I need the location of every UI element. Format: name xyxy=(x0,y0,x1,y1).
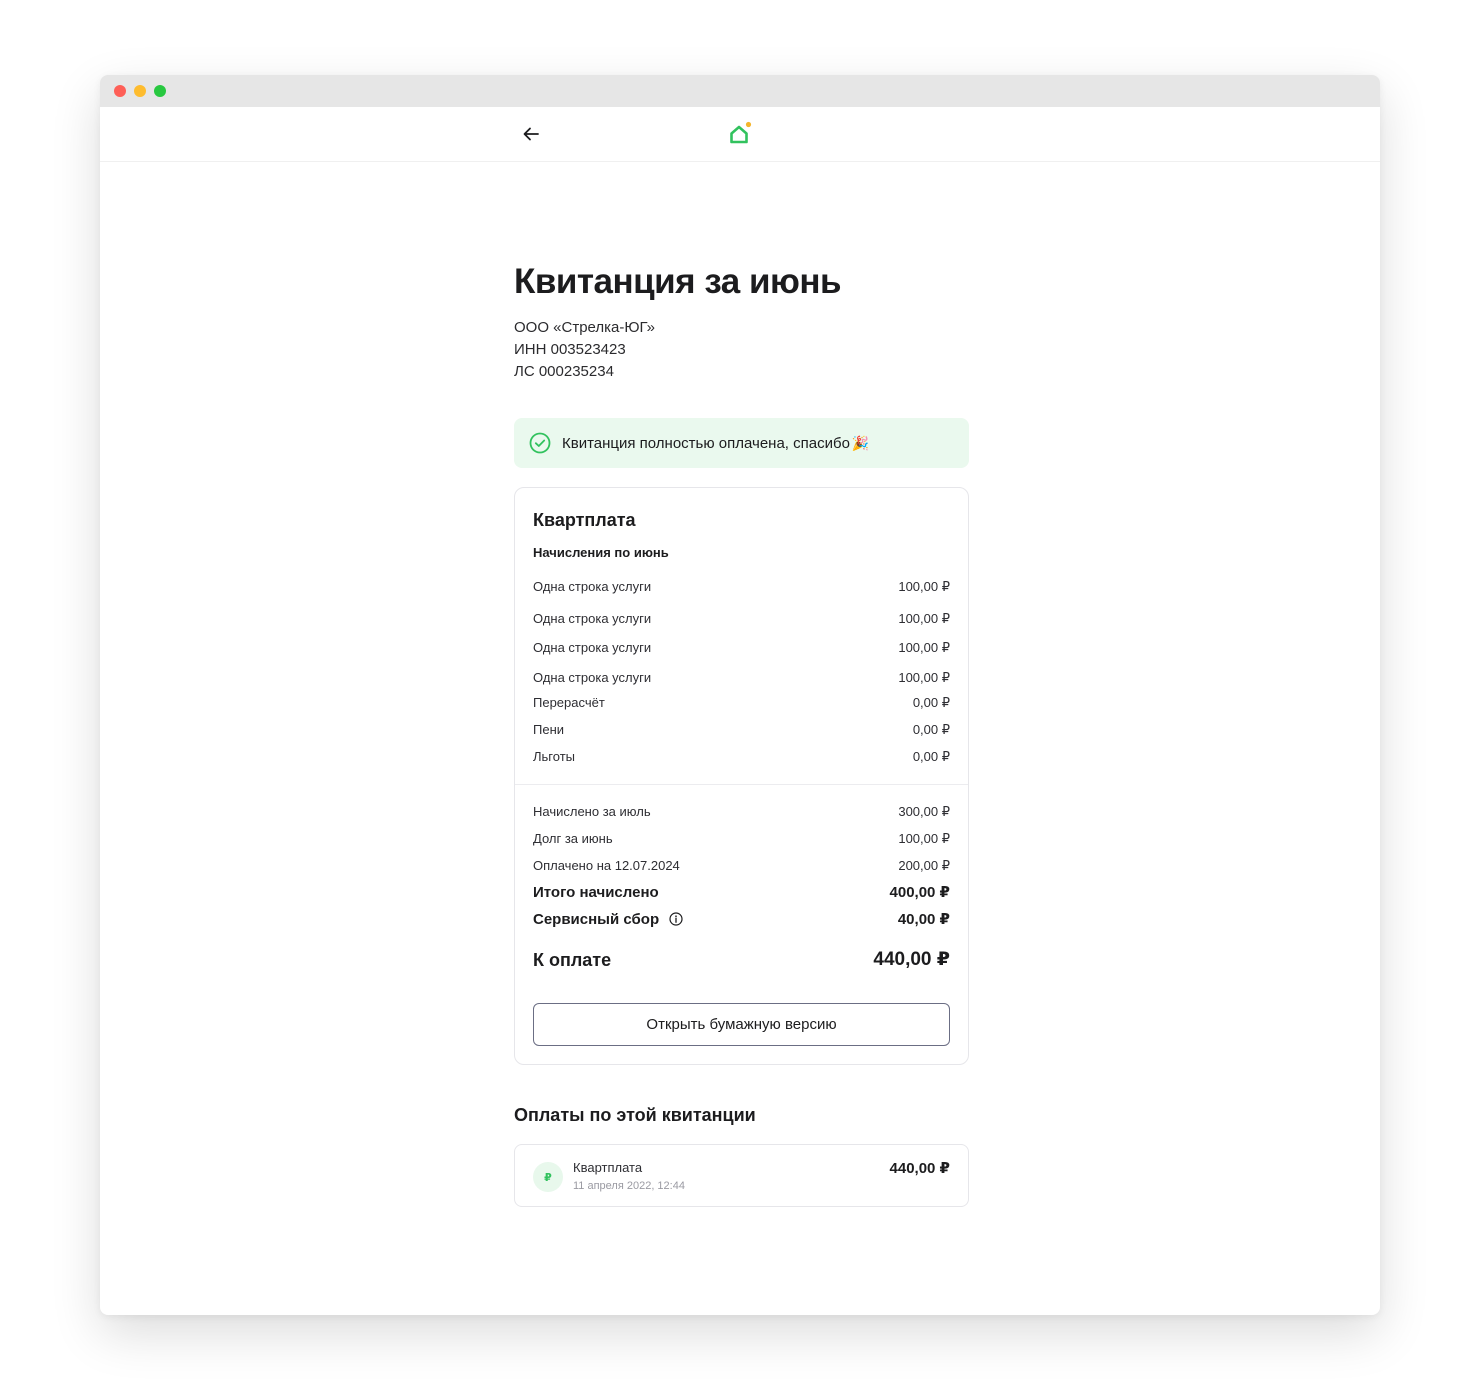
summary-amount: 200,00 ₽ xyxy=(898,858,950,873)
account-number: ЛС 000235234 xyxy=(514,363,614,380)
total-label: Итого начислено xyxy=(533,884,659,901)
organization-name: ООО «Стрелка-ЮГ» xyxy=(514,319,655,336)
card-divider xyxy=(515,784,968,785)
charge-row: Льготы 0,00 ₽ xyxy=(533,748,950,766)
total-row: Итого начислено 400,00 ₽ xyxy=(533,884,950,902)
summary-label: Начислено за июль xyxy=(533,804,651,819)
charge-amount: 0,00 ₽ xyxy=(912,749,950,764)
maximize-window-button[interactable] xyxy=(154,85,166,97)
charge-row: Одна строка услуги 100,00 ₽ xyxy=(533,578,950,596)
info-icon[interactable] xyxy=(669,912,683,926)
organization-info: ООО «Стрелка-ЮГ» ИНН 003523423 ЛС 000235… xyxy=(514,317,969,383)
charge-row: Перерасчёт 0,00 ₽ xyxy=(533,694,950,712)
summary-row: Долг за июнь 100,00 ₽ xyxy=(533,830,950,848)
payment-list-item[interactable]: ₽ Квартплата 11 апреля 2022, 12:44 440,0… xyxy=(514,1144,969,1207)
charge-amount: 0,00 ₽ xyxy=(912,695,950,710)
charge-row: Пени 0,00 ₽ xyxy=(533,721,950,739)
service-fee-amount: 40,00 ₽ xyxy=(897,911,950,928)
total-amount: 400,00 ₽ xyxy=(889,884,950,901)
minimize-window-button[interactable] xyxy=(134,85,146,97)
arrow-left-icon xyxy=(523,127,539,141)
charge-label: Одна строка услуги xyxy=(533,579,652,594)
top-navigation-bar xyxy=(100,107,1380,162)
payment-status-banner: Квитанция полностью оплачена, спасибо 🎉 xyxy=(514,418,969,468)
close-window-button[interactable] xyxy=(114,85,126,97)
status-text: Квитанция полностью оплачена, спасибо xyxy=(562,434,850,452)
charge-label: Пени xyxy=(533,722,565,737)
charge-label: Одна строка услуги xyxy=(533,611,652,626)
charge-label: Одна строка услуги xyxy=(533,670,652,685)
window-titlebar xyxy=(100,75,1380,107)
service-fee-row: Сервисный сбор 40,00 ₽ xyxy=(533,911,950,929)
amount-due-value: 440,00 ₽ xyxy=(873,949,950,970)
charge-row: Одна строка услуги 100,00 ₽ xyxy=(533,639,950,657)
charge-row: Одна строка услуги 100,00 ₽ xyxy=(533,669,950,687)
page-title: Квитанция за июнь xyxy=(514,262,842,301)
charge-amount: 0,00 ₽ xyxy=(912,722,950,737)
charge-label: Льготы xyxy=(533,749,576,764)
charges-list: Одна строка услуги 100,00 ₽ Одна строка … xyxy=(515,578,968,766)
charge-row: Одна строка услуги 100,00 ₽ xyxy=(533,610,950,628)
charge-label: Одна строка услуги xyxy=(533,640,652,655)
charge-amount: 100,00 ₽ xyxy=(898,640,950,655)
summary-row: Начислено за июль 300,00 ₽ xyxy=(533,803,950,821)
receipt-content: Квитанция за июнь ООО «Стрелка-ЮГ» ИНН 0… xyxy=(514,260,969,1207)
summary-label: Долг за июнь xyxy=(533,831,613,846)
summary-amount: 300,00 ₽ xyxy=(898,804,950,819)
payment-date: 11 апреля 2022, 12:44 xyxy=(573,1180,685,1192)
inn-number: ИНН 003523423 xyxy=(514,341,626,358)
charge-amount: 100,00 ₽ xyxy=(898,579,950,594)
charge-label: Перерасчёт xyxy=(533,695,605,710)
summary-row: Оплачено на 12.07.2024 200,00 ₽ xyxy=(533,857,950,875)
payment-name: Квартплата xyxy=(573,1160,643,1175)
charges-card: Квартплата Начисления по июнь Одна строк… xyxy=(514,487,969,1065)
check-circle-icon xyxy=(529,432,551,454)
open-paper-version-button[interactable]: Открыть бумажную версию xyxy=(533,1003,950,1046)
charge-amount: 100,00 ₽ xyxy=(898,611,950,626)
house-logo-icon[interactable] xyxy=(728,121,754,147)
back-button[interactable] xyxy=(520,123,542,145)
charges-subtitle: Начисления по июнь xyxy=(533,545,669,560)
charge-amount: 100,00 ₽ xyxy=(898,670,950,685)
amount-due-label: К оплате xyxy=(533,950,612,970)
card-title: Квартплата xyxy=(533,510,636,530)
ruble-icon: ₽ xyxy=(533,1162,563,1192)
service-fee-label: Сервисный сбор xyxy=(533,911,660,928)
summary-label: Оплачено на 12.07.2024 xyxy=(533,858,680,873)
amount-due-row: К оплате 440,00 ₽ xyxy=(533,949,950,970)
payments-section-title: Оплаты по этой квитанции xyxy=(514,1105,756,1125)
browser-window: Квитанция за июнь ООО «Стрелка-ЮГ» ИНН 0… xyxy=(100,75,1380,1315)
summary-amount: 100,00 ₽ xyxy=(898,831,950,846)
payment-amount: 440,00 ₽ xyxy=(889,1160,950,1177)
service-fee-label-group: Сервисный сбор xyxy=(533,911,683,929)
party-popper-icon: 🎉 xyxy=(851,434,870,451)
summary-list: Начислено за июль 300,00 ₽ Долг за июнь … xyxy=(515,803,968,969)
